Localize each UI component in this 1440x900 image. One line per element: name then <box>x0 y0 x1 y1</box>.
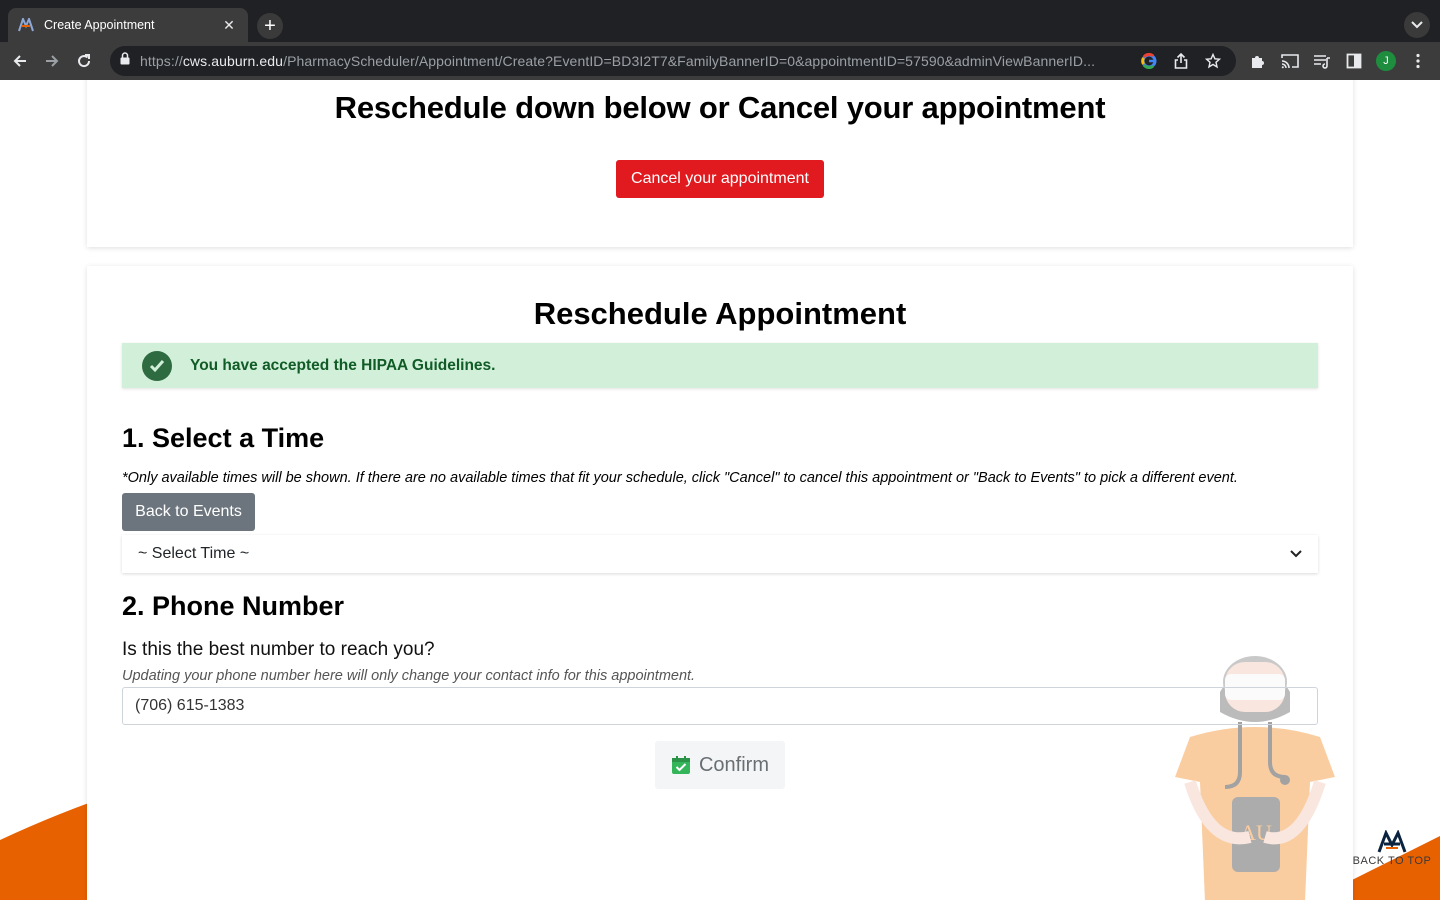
tab-strip: Create Appointment ✕ + <box>0 0 1440 42</box>
time-select[interactable]: ~ Select Time ~ <box>122 535 1318 573</box>
cancel-heading: Reschedule down below or Cancel your app… <box>334 90 1106 125</box>
cast-icon[interactable] <box>1276 47 1304 75</box>
phone-question: Is this the best number to reach you? <box>122 639 435 660</box>
google-icon[interactable] <box>1136 48 1162 74</box>
hipaa-alert-text: You have accepted the HIPAA Guidelines. <box>190 356 496 374</box>
reschedule-card: Reschedule Appointment You have accepted… <box>87 266 1353 900</box>
browser-toolbar: https://cws.auburn.edu/PharmacyScheduler… <box>0 42 1440 80</box>
close-icon[interactable]: ✕ <box>220 16 238 34</box>
address-bar[interactable]: https://cws.auburn.edu/PharmacyScheduler… <box>110 46 1236 76</box>
toolbar-actions: J <box>1244 47 1436 75</box>
reading-list-icon[interactable] <box>1308 47 1336 75</box>
back-to-top-text: BACK TO TOP <box>1352 855 1432 867</box>
phone-hint: Updating your phone number here will onl… <box>122 668 696 684</box>
confirm-button[interactable]: Confirm <box>655 741 785 789</box>
back-arrow-icon[interactable] <box>6 47 34 75</box>
cancel-appointment-button[interactable]: Cancel your appointment <box>616 160 824 198</box>
star-icon[interactable] <box>1200 48 1226 74</box>
chevron-down-icon[interactable] <box>1404 12 1430 38</box>
plus-icon[interactable]: + <box>257 13 283 39</box>
chevron-down-icon <box>1290 545 1302 563</box>
profile-initial: J <box>1376 51 1396 71</box>
cancel-card: Reschedule down below or Cancel your app… <box>87 80 1353 247</box>
auburn-favicon-icon <box>18 17 34 33</box>
phone-number-heading: 2. Phone Number <box>122 591 345 621</box>
sidebar-icon[interactable] <box>1340 47 1368 75</box>
url-text: https://cws.auburn.edu/PharmacyScheduler… <box>140 53 1096 69</box>
forward-arrow-icon[interactable] <box>38 47 66 75</box>
confirm-label: Confirm <box>698 753 769 776</box>
share-icon[interactable] <box>1168 48 1194 74</box>
reload-icon[interactable] <box>70 47 98 75</box>
page-viewport: Reschedule down below or Cancel your app… <box>0 80 1440 900</box>
calendar-check-icon <box>671 755 691 775</box>
back-to-top-link[interactable]: BACK TO TOP <box>1352 830 1432 867</box>
check-circle-icon <box>142 350 172 381</box>
hipaa-alert: You have accepted the HIPAA Guidelines. <box>122 343 1318 388</box>
back-to-events-button[interactable]: Back to Events <box>122 493 255 531</box>
kebab-menu-icon[interactable] <box>1404 47 1432 75</box>
phone-input[interactable] <box>122 687 1318 725</box>
browser-tab[interactable]: Create Appointment ✕ <box>8 8 248 42</box>
lock-icon[interactable] <box>120 52 130 70</box>
availability-note: *Only available times will be shown. If … <box>122 470 1238 486</box>
page-title: Reschedule Appointment <box>533 296 907 331</box>
avatar[interactable]: J <box>1372 47 1400 75</box>
tab-title: Create Appointment <box>44 18 155 32</box>
auburn-logo-icon <box>1352 830 1432 854</box>
nurse-illustration: AU <box>1175 656 1335 900</box>
extensions-icon[interactable] <box>1244 47 1272 75</box>
time-select-value: ~ Select Time ~ <box>138 545 250 562</box>
select-time-heading: 1. Select a Time <box>122 423 325 453</box>
svg-text:AU: AU <box>1240 820 1272 845</box>
